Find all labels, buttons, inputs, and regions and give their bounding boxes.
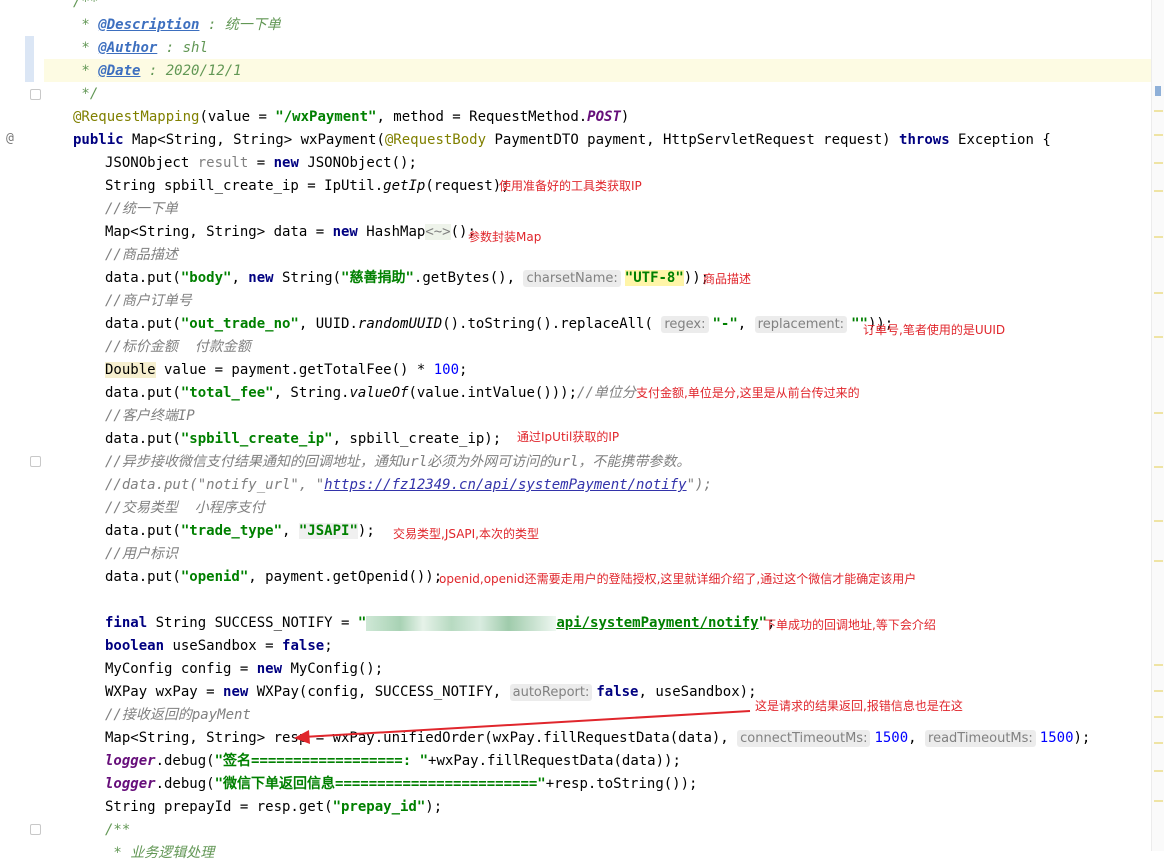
- scroll-marker: [1154, 134, 1163, 136]
- scroll-marker: [1154, 560, 1163, 562]
- scroll-marker: [1154, 190, 1163, 192]
- annotation-arrow-icon: [294, 710, 751, 744]
- scroll-marker: [1154, 520, 1163, 522]
- scroll-marker: [1154, 716, 1163, 718]
- scroll-marker: [1154, 236, 1163, 238]
- editor-scrollbar[interactable]: [1151, 0, 1164, 851]
- scroll-marker: [1154, 466, 1163, 468]
- scroll-marker: [1154, 770, 1163, 772]
- scroll-marker: [1155, 86, 1161, 96]
- scroll-marker: [1154, 336, 1163, 338]
- scroll-marker: [1154, 800, 1163, 802]
- scroll-marker: [1154, 742, 1163, 744]
- scroll-marker: [1154, 162, 1163, 164]
- scroll-marker: [1154, 292, 1163, 294]
- scroll-marker: [1154, 412, 1163, 414]
- scroll-marker: [1154, 690, 1163, 692]
- scroll-marker: [1154, 664, 1163, 666]
- scroll-marker: [1154, 110, 1163, 112]
